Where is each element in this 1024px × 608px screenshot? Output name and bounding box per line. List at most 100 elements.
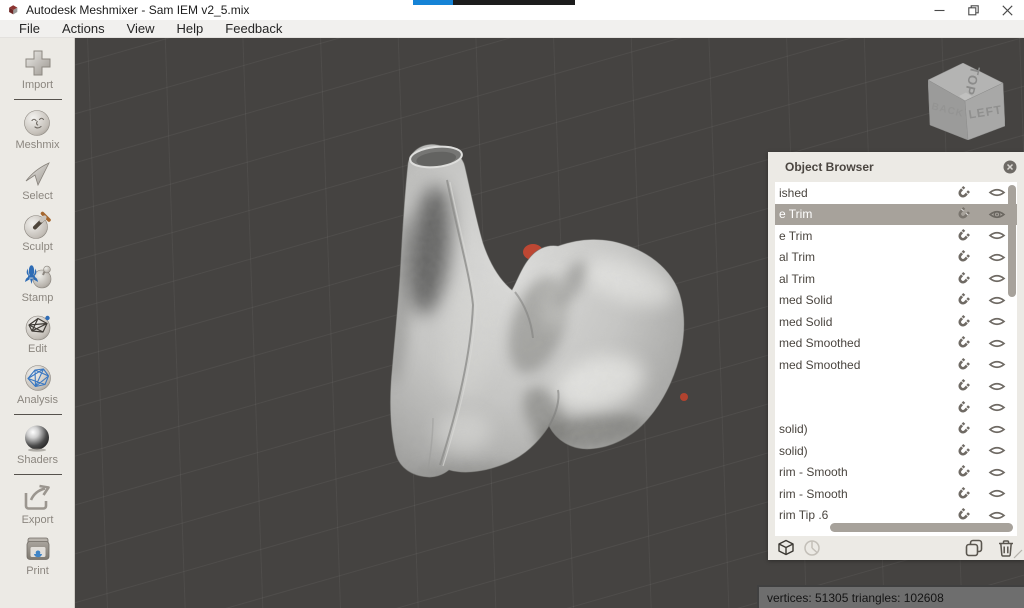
object-row[interactable]: solid) bbox=[775, 440, 1017, 462]
object-row[interactable]: med Solid bbox=[775, 290, 1017, 312]
object-name: med Smoothed bbox=[779, 358, 955, 372]
menu-help[interactable]: Help bbox=[166, 20, 215, 38]
tool-label: Shaders bbox=[17, 454, 58, 466]
object-name: rim Tip .6 bbox=[779, 508, 955, 522]
eye-icon[interactable] bbox=[988, 357, 1006, 372]
magnet-icon[interactable] bbox=[955, 292, 971, 308]
eye-icon[interactable] bbox=[988, 379, 1006, 394]
eye-icon[interactable] bbox=[988, 228, 1006, 243]
object-row[interactable]: solid) bbox=[775, 419, 1017, 441]
eye-icon[interactable] bbox=[988, 422, 1006, 437]
print-printer-icon bbox=[23, 534, 53, 564]
cube-icon[interactable] bbox=[777, 539, 795, 557]
magnet-icon[interactable] bbox=[955, 400, 971, 416]
magnet-icon[interactable] bbox=[955, 378, 971, 394]
object-row[interactable] bbox=[775, 397, 1017, 419]
vertical-scrollbar-thumb[interactable] bbox=[1008, 185, 1016, 297]
object-row[interactable]: med Solid bbox=[775, 311, 1017, 333]
tool-print-button[interactable]: Print bbox=[23, 534, 53, 577]
tool-select-button[interactable]: Select bbox=[22, 159, 53, 202]
duplicate-icon[interactable] bbox=[965, 539, 983, 557]
tool-label: Meshmix bbox=[15, 139, 59, 151]
object-row[interactable]: e Trim bbox=[775, 204, 1017, 226]
magnet-icon[interactable] bbox=[955, 357, 971, 373]
object-row[interactable]: e Trim bbox=[775, 225, 1017, 247]
magnet-icon[interactable] bbox=[955, 185, 971, 201]
object-row[interactable]: al Trim bbox=[775, 268, 1017, 290]
tool-label: Stamp bbox=[22, 292, 54, 304]
eye-icon[interactable] bbox=[988, 486, 1006, 501]
sculpt-brush-icon bbox=[22, 210, 52, 240]
tool-label: Print bbox=[26, 565, 49, 577]
object-row[interactable]: med Smoothed bbox=[775, 354, 1017, 376]
left-toolbar: Import Meshmix Select Sculpt Stamp Edit Analys… bbox=[0, 38, 75, 608]
magnet-icon[interactable] bbox=[955, 421, 971, 437]
object-row[interactable] bbox=[775, 376, 1017, 398]
tool-shaders-button[interactable]: Shaders bbox=[17, 423, 58, 466]
object-browser-header[interactable]: Object Browser bbox=[768, 152, 1024, 182]
tool-analysis-button[interactable]: Analysis bbox=[17, 363, 58, 406]
eye-icon[interactable] bbox=[988, 250, 1006, 265]
object-row[interactable]: rim - Smooth bbox=[775, 483, 1017, 505]
tool-stamp-button[interactable]: Stamp bbox=[22, 261, 54, 304]
menu-view[interactable]: View bbox=[116, 20, 166, 38]
tool-export-button[interactable]: Export bbox=[22, 483, 54, 526]
viewport-3d[interactable]: TOP LEFT BACK Object Browser ishede Trim… bbox=[75, 38, 1024, 608]
object-name: solid) bbox=[779, 444, 955, 458]
toolbar-divider bbox=[14, 474, 62, 475]
object-name: med Smoothed bbox=[779, 336, 955, 350]
object-row[interactable]: med Smoothed bbox=[775, 333, 1017, 355]
magnet-icon[interactable] bbox=[955, 486, 971, 502]
eye-icon[interactable] bbox=[988, 271, 1006, 286]
close-icon[interactable] bbox=[990, 0, 1024, 20]
magnet-icon[interactable] bbox=[955, 464, 971, 480]
magnet-icon[interactable] bbox=[955, 443, 971, 459]
tool-meshmix-button[interactable]: Meshmix bbox=[15, 108, 59, 151]
magnet-icon[interactable] bbox=[955, 228, 971, 244]
magnet-icon[interactable] bbox=[955, 314, 971, 330]
tool-label: Edit bbox=[28, 343, 47, 355]
magnet-icon[interactable] bbox=[955, 335, 971, 351]
object-row[interactable]: ished bbox=[775, 182, 1017, 204]
magnet-icon[interactable] bbox=[955, 249, 971, 265]
export-arrow-icon bbox=[22, 483, 52, 513]
menu-file[interactable]: File bbox=[8, 20, 51, 38]
eye-icon[interactable] bbox=[988, 314, 1006, 329]
eye-icon[interactable] bbox=[988, 465, 1006, 480]
object-name: med Solid bbox=[779, 315, 955, 329]
object-name: rim - Smooth bbox=[779, 465, 955, 479]
title-bar: Autodesk Meshmixer - Sam IEM v2_5.mix bbox=[0, 0, 1024, 20]
eye-icon[interactable] bbox=[988, 443, 1006, 458]
magnet-icon[interactable] bbox=[955, 206, 971, 222]
object-row[interactable]: al Trim bbox=[775, 247, 1017, 269]
eye-icon[interactable] bbox=[988, 508, 1006, 523]
menu-actions[interactable]: Actions bbox=[51, 20, 116, 38]
eye-icon[interactable] bbox=[988, 400, 1006, 415]
object-browser-footer bbox=[768, 536, 1024, 560]
eye-icon[interactable] bbox=[988, 207, 1006, 222]
tool-import-button[interactable]: Import bbox=[22, 48, 53, 91]
magnet-icon[interactable] bbox=[955, 271, 971, 287]
object-name: solid) bbox=[779, 422, 955, 436]
object-row[interactable]: rim - Smooth bbox=[775, 462, 1017, 484]
panel-close-icon[interactable] bbox=[1002, 159, 1018, 175]
object-name: rim - Smooth bbox=[779, 487, 955, 501]
eye-icon[interactable] bbox=[988, 185, 1006, 200]
tool-edit-button[interactable]: Edit bbox=[23, 312, 53, 355]
object-browser-title: Object Browser bbox=[785, 160, 874, 174]
restore-icon[interactable] bbox=[956, 0, 990, 20]
eye-icon[interactable] bbox=[988, 293, 1006, 308]
magnet-icon[interactable] bbox=[955, 507, 971, 523]
nav-cube[interactable]: TOP LEFT BACK bbox=[928, 63, 1005, 140]
minimize-icon[interactable] bbox=[922, 0, 956, 20]
tool-sculpt-button[interactable]: Sculpt bbox=[22, 210, 53, 253]
toolbar-divider bbox=[14, 414, 62, 415]
panel-resize-grip[interactable] bbox=[1013, 549, 1023, 559]
analysis-mesh-icon bbox=[23, 363, 53, 393]
menu-feedback[interactable]: Feedback bbox=[214, 20, 293, 38]
status-bar: vertices: 51305 triangles: 102608 bbox=[757, 585, 1024, 608]
eye-icon[interactable] bbox=[988, 336, 1006, 351]
pie-chart-icon[interactable] bbox=[803, 539, 821, 557]
horizontal-scrollbar-thumb[interactable] bbox=[830, 523, 1013, 532]
meshmixer-logo-icon bbox=[6, 3, 20, 17]
